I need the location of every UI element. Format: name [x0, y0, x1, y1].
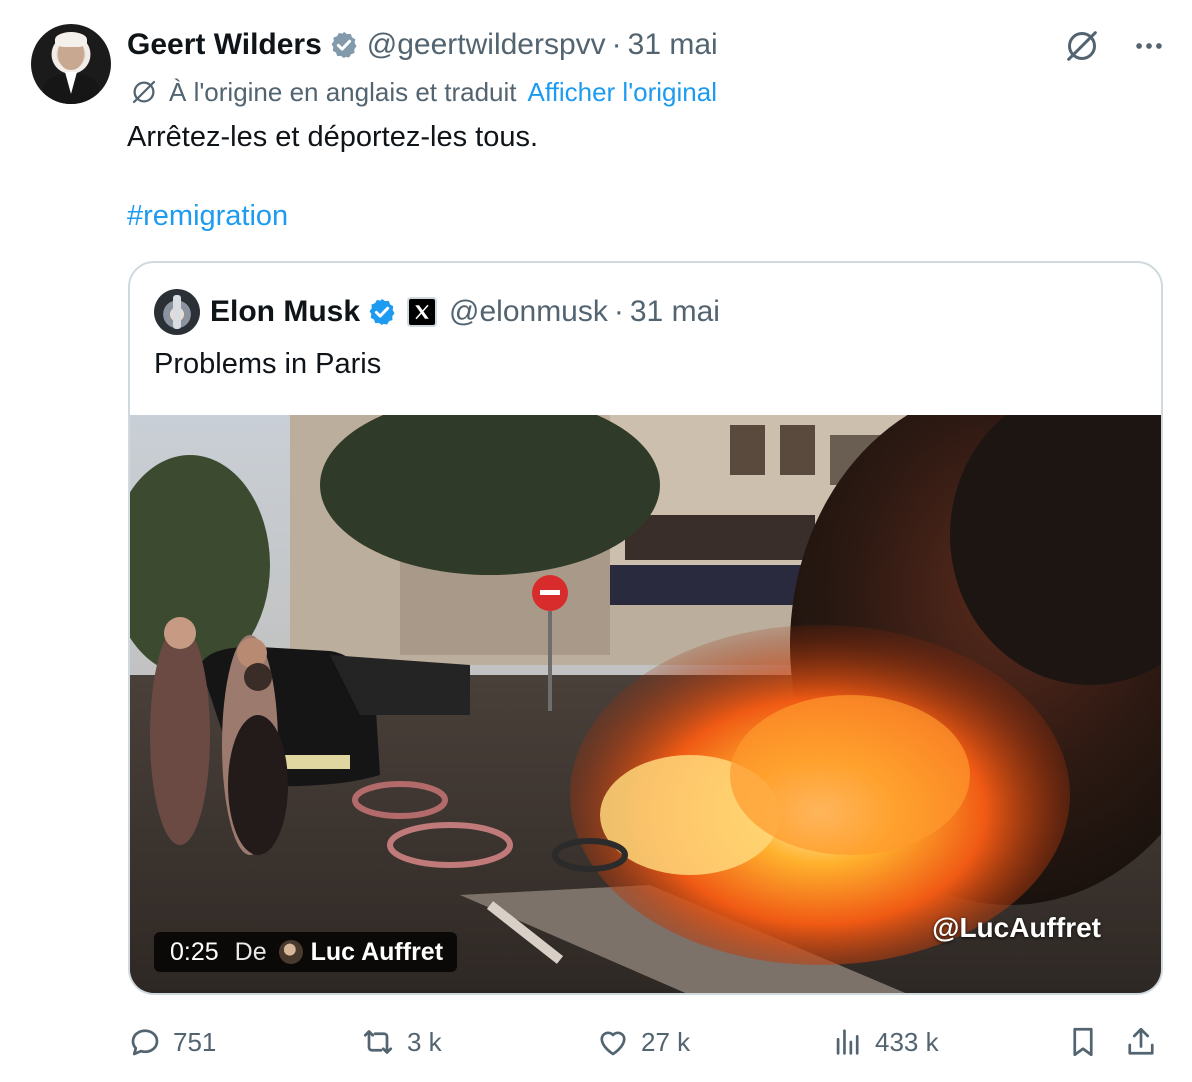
- tweet-text: Arrêtez-les et déportez-les tous.: [127, 121, 539, 153]
- quote-avatar[interactable]: [154, 289, 200, 335]
- avatar-hair: [55, 32, 87, 47]
- heart-icon: [600, 1031, 626, 1056]
- hashtag-link[interactable]: #remigration: [127, 198, 288, 234]
- verified-badge-icon: [331, 31, 357, 59]
- tweet-top-actions: [1062, 26, 1166, 66]
- speech-bubble-icon: [131, 1029, 159, 1056]
- author-avatar[interactable]: [31, 24, 111, 104]
- views-count: 433 k: [875, 1026, 939, 1057]
- video-duration: 0:25: [170, 937, 219, 966]
- quote-author-handle[interactable]: @elonmusk: [449, 295, 608, 329]
- author-name[interactable]: Geert Wilders: [127, 28, 322, 62]
- translation-notice: À l'origine en anglais et traduit Affich…: [129, 76, 717, 108]
- bookmark-button[interactable]: [1065, 1020, 1101, 1064]
- video-duration-pill[interactable]: 0:25 De Luc Auffret: [154, 932, 458, 972]
- tweet-header: Geert Wilders @geertwilderspvv · 31 mai: [127, 26, 718, 64]
- slashed-circle-icon[interactable]: [1062, 26, 1102, 66]
- repost-button[interactable]: 3 k: [359, 1020, 442, 1064]
- separator-dot: ·: [611, 28, 622, 61]
- views-button[interactable]: 433 k: [831, 1020, 939, 1064]
- bookmark-icon: [1073, 1027, 1093, 1057]
- bar-chart-icon: [836, 1029, 859, 1055]
- verified-badge-icon: [369, 298, 395, 326]
- repost-count: 3 k: [407, 1026, 442, 1057]
- attribution-avatar: [278, 940, 303, 964]
- share-upload-icon: [1128, 1027, 1154, 1055]
- tweet-actions-bar: 751 3 k 27 k 433 k: [127, 1020, 1165, 1064]
- quote-header: Elon Musk @elonmusk · 31 mai: [154, 289, 720, 335]
- x-logo-icon: [407, 297, 438, 327]
- video-frame: [130, 415, 1161, 993]
- quote-date[interactable]: 31 mai: [630, 295, 720, 329]
- video-attribution-label: De: [234, 937, 267, 966]
- show-original-link[interactable]: Afficher l'original: [528, 77, 717, 108]
- share-button[interactable]: [1123, 1020, 1159, 1064]
- reply-count: 751: [173, 1026, 217, 1057]
- quote-author-name[interactable]: Elon Musk: [210, 295, 360, 329]
- slashed-circle-icon: [132, 80, 156, 104]
- reply-button[interactable]: 751: [127, 1020, 216, 1064]
- more-dots-icon[interactable]: [1132, 29, 1166, 63]
- author-handle[interactable]: @geertwilderspvv: [367, 28, 606, 62]
- like-count: 27 k: [641, 1026, 691, 1057]
- like-button[interactable]: 27 k: [595, 1020, 690, 1064]
- tweet-date[interactable]: 31 mai: [628, 28, 718, 62]
- translation-label: À l'origine en anglais et traduit: [169, 76, 517, 107]
- video-player[interactable]: 0:25 De Luc Auffret @LucAuffret: [130, 415, 1161, 993]
- quote-text: Problems in Paris: [154, 348, 382, 380]
- separator-dot: ·: [613, 295, 624, 328]
- quoted-tweet[interactable]: Elon Musk @elonmusk · 31 mai Problems in…: [128, 261, 1163, 995]
- video-watermark: @LucAuffret: [932, 912, 1101, 943]
- repost-arrows-icon: [363, 1030, 393, 1054]
- video-attribution-name[interactable]: Luc Auffret: [311, 938, 443, 967]
